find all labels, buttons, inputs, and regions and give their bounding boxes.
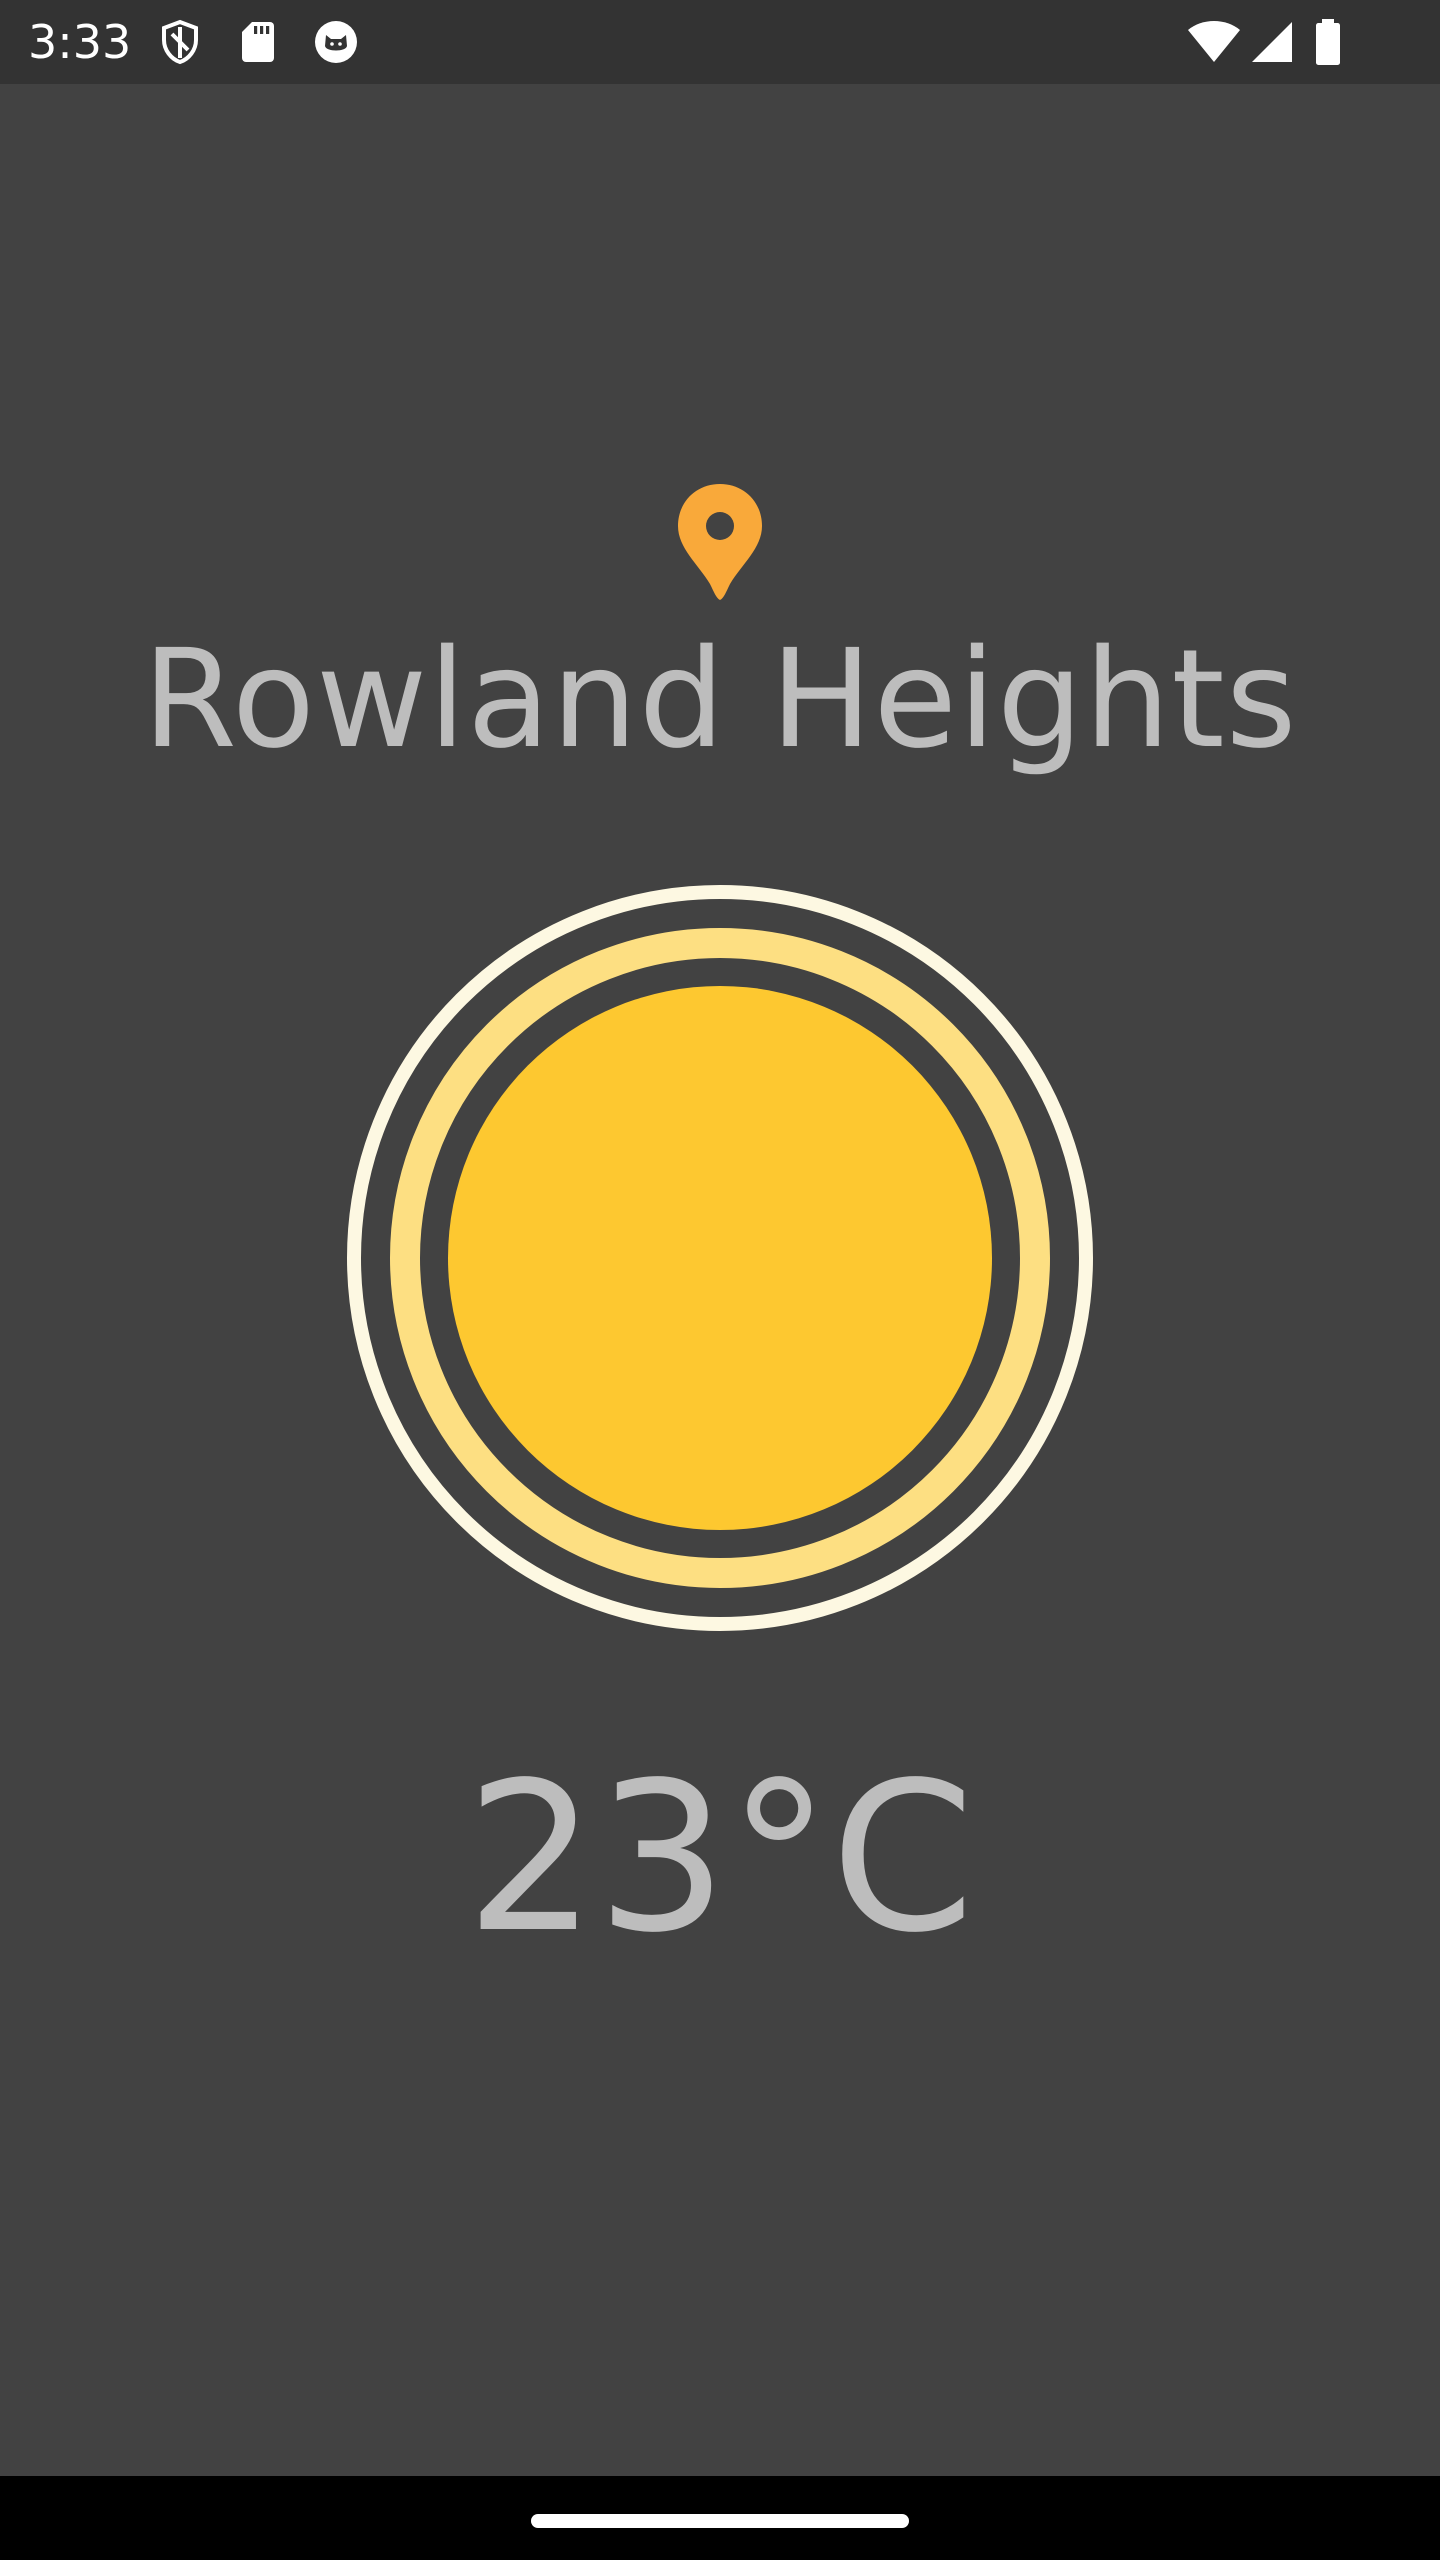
temperature-value: 23°C xyxy=(465,1738,975,1978)
sun-icon xyxy=(345,883,1095,1633)
status-bar: 3:33 xyxy=(0,0,1440,84)
sd-card-icon xyxy=(234,18,282,66)
cellular-signal-icon xyxy=(1248,18,1296,66)
shield-icon xyxy=(156,18,204,66)
weather-screen: 3:33 Rowland Heights 23°C xyxy=(0,0,1440,2560)
wifi-icon xyxy=(1186,18,1242,66)
cat-face-icon xyxy=(312,18,360,66)
city-name: Rowland Heights xyxy=(142,621,1298,779)
status-time: 3:33 xyxy=(28,15,132,69)
location-pin-icon xyxy=(676,482,764,602)
battery-icon xyxy=(1312,18,1344,66)
weather-content: Rowland Heights 23°C xyxy=(0,84,1440,2476)
home-handle-icon[interactable] xyxy=(531,2514,909,2528)
navigation-bar xyxy=(0,2476,1440,2560)
